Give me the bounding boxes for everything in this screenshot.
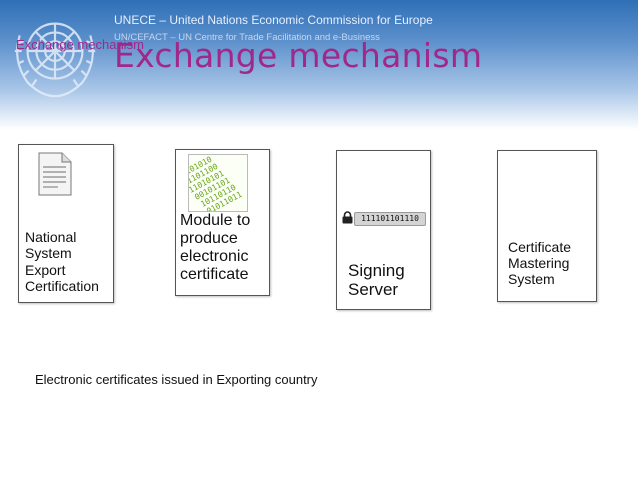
label-line: Mastering <box>508 255 570 272</box>
label-line: Certificate <box>508 239 572 255</box>
label-line: certificate <box>180 265 249 283</box>
label-line: produce <box>180 229 238 247</box>
label-line: Export <box>25 261 66 278</box>
label-line: electronic <box>180 247 249 265</box>
document-icon <box>38 152 72 196</box>
box-certificate-mastering: Certificate Mastering System <box>497 150 597 302</box>
box-national-system: National System Export Certification <box>18 144 114 303</box>
binary-code-icon: 10101010 01101100 11010101 00101101 1011… <box>188 154 248 212</box>
box-national-system-label: National System Export Certification <box>25 229 99 295</box>
box-module-producer-label: Module to produce electronic certificate <box>180 212 250 284</box>
signing-key-badge: 111101101110 <box>354 212 426 226</box>
slide-caption: Electronic certificates issued in Export… <box>35 372 318 387</box>
box-signing-server-label: Signing Server <box>348 261 405 299</box>
label-line: National <box>25 229 77 245</box>
box-certificate-mastering-label: Certificate Mastering System <box>508 239 571 287</box>
lock-icon <box>342 211 353 224</box>
label-line: Server <box>348 280 399 300</box>
box-signing-server: 111101101110 Signing Server <box>336 150 431 310</box>
un-emblem-icon <box>14 22 96 98</box>
box-module-producer: 10101010 01101100 11010101 00101101 1011… <box>175 149 270 296</box>
label-line: Module to <box>180 212 251 229</box>
label-line: Certification <box>25 278 99 295</box>
label-line: System <box>25 245 72 262</box>
org-line-unece: UNECE – United Nations Economic Commissi… <box>114 13 433 27</box>
label-line: Signing <box>348 261 405 280</box>
slide-title: Exchange mechanism <box>114 36 483 75</box>
label-line: System <box>508 271 555 288</box>
